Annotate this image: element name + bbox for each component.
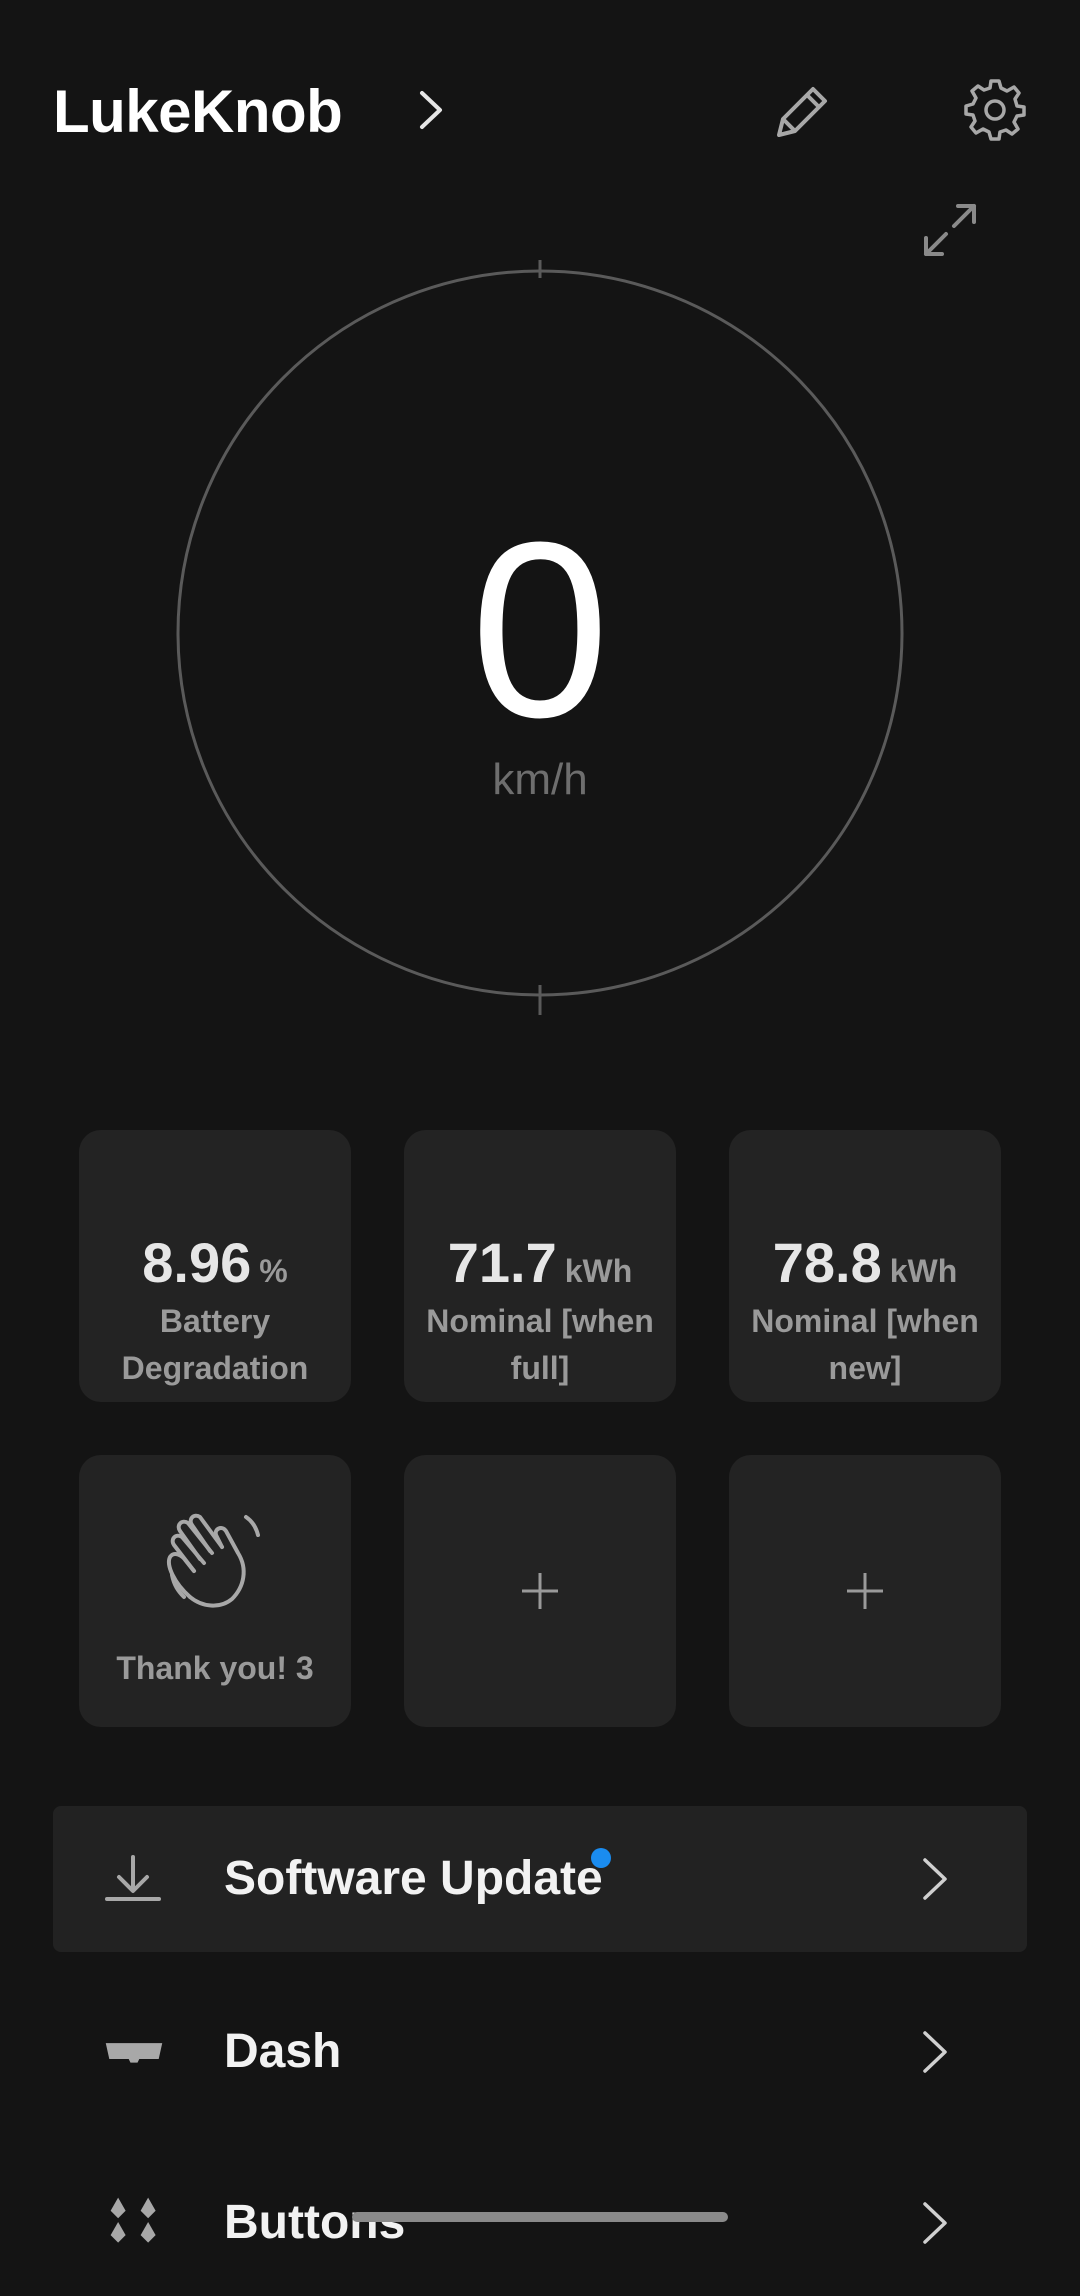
tile-label: Nominal [when full]: [426, 1303, 654, 1386]
edit-button[interactable]: [760, 70, 840, 150]
menu-item-buttons[interactable]: Buttons: [53, 2150, 1027, 2296]
download-icon: [103, 1849, 163, 1909]
speed-value: 0: [470, 490, 610, 769]
buttons-icon: [105, 2192, 165, 2252]
dash-icon: [104, 2022, 164, 2082]
vehicle-chevron-button[interactable]: [400, 80, 460, 140]
tile-unit: kWh: [564, 1253, 633, 1289]
vehicle-name[interactable]: LukeKnob: [53, 70, 343, 154]
menu-label: Dash: [224, 2025, 342, 2078]
menu-item-software-update[interactable]: Software Update: [53, 1806, 1027, 1952]
tile-label: Battery Degradation: [121, 1303, 309, 1386]
chevron-right-icon: [923, 1858, 947, 1900]
chevron-right-icon: [420, 91, 442, 129]
gear-icon: [964, 79, 1026, 141]
plus-icon: [522, 1573, 558, 1609]
menu-item-dash[interactable]: Dash: [53, 1979, 1027, 2125]
chevron-right-icon: [923, 2031, 947, 2073]
home-indicator[interactable]: [352, 2212, 728, 2222]
tile-value: 8.96: [142, 1231, 252, 1294]
tile-label: Nominal [when new]: [751, 1303, 979, 1386]
tile-add-widget[interactable]: [404, 1455, 676, 1727]
tile-unit: %: [259, 1253, 288, 1289]
chevron-right-icon: [923, 2202, 947, 2244]
speed-unit: km/h: [492, 755, 588, 804]
expand-icon: [924, 204, 976, 256]
tile-unit: kWh: [889, 1253, 958, 1289]
tile-nominal-full[interactable]: 71.7 kWh Nominal [when full]: [404, 1130, 676, 1402]
plus-icon: [847, 1573, 883, 1609]
waving-hand-icon: [167, 1513, 260, 1608]
expand-button[interactable]: [910, 190, 990, 270]
menu-label: Software Update: [224, 1852, 603, 1905]
tile-nominal-new[interactable]: 78.8 kWh Nominal [when new]: [729, 1130, 1001, 1402]
tile-value: 71.7: [447, 1231, 557, 1294]
tile-value: 78.8: [772, 1231, 882, 1294]
tile-thank-you[interactable]: Thank you! 3: [79, 1455, 351, 1727]
settings-button[interactable]: [955, 70, 1035, 150]
update-badge: [591, 1848, 611, 1868]
tile-add-widget[interactable]: [729, 1455, 1001, 1727]
pencil-icon: [777, 87, 827, 137]
tile-battery-degradation[interactable]: 8.96% Battery Degradation: [79, 1130, 351, 1402]
tile-label: Thank you! 3: [116, 1650, 314, 1686]
menu-label: Buttons: [224, 2196, 406, 2249]
